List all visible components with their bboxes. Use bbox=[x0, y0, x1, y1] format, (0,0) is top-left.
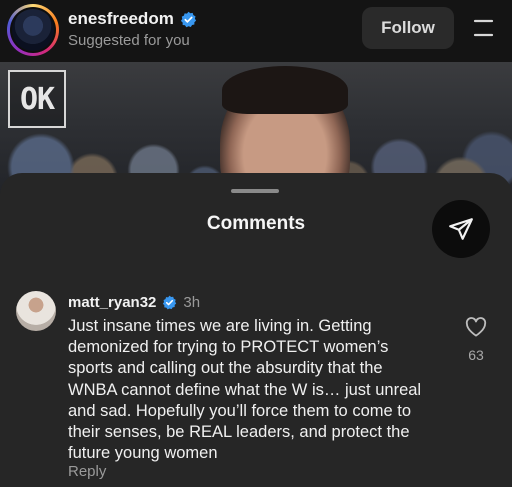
person-hair bbox=[222, 66, 348, 114]
comments-sheet: Comments matt_ryan32 3h Just insane time… bbox=[0, 173, 512, 487]
commenter-avatar[interactable] bbox=[16, 291, 56, 331]
hamburger-menu-icon[interactable] bbox=[472, 17, 494, 39]
share-button[interactable] bbox=[432, 200, 490, 258]
heart-icon[interactable] bbox=[465, 317, 487, 337]
post-header: enesfreedom Suggested for you Follow bbox=[0, 0, 512, 62]
commenter-meta: matt_ryan32 3h bbox=[68, 294, 200, 311]
comment-timestamp: 3h bbox=[183, 294, 201, 311]
send-paper-plane-icon bbox=[449, 218, 473, 240]
like-count: 63 bbox=[468, 347, 484, 363]
sheet-drag-handle[interactable] bbox=[231, 189, 279, 193]
profile-username-row[interactable]: enesfreedom bbox=[68, 9, 197, 29]
profile-username[interactable]: enesfreedom bbox=[68, 9, 174, 29]
follow-button[interactable]: Follow bbox=[362, 7, 454, 49]
ok-logo: OK bbox=[8, 70, 66, 128]
reply-link[interactable]: Reply bbox=[68, 463, 106, 480]
verified-badge-icon bbox=[180, 11, 196, 27]
comment-text: Just insane times we are living in. Gett… bbox=[68, 317, 422, 463]
profile-avatar[interactable] bbox=[7, 4, 59, 56]
commenter-username[interactable]: matt_ryan32 bbox=[68, 294, 156, 311]
verified-badge-icon bbox=[163, 295, 177, 310]
suggested-label: Suggested for you bbox=[68, 32, 190, 49]
